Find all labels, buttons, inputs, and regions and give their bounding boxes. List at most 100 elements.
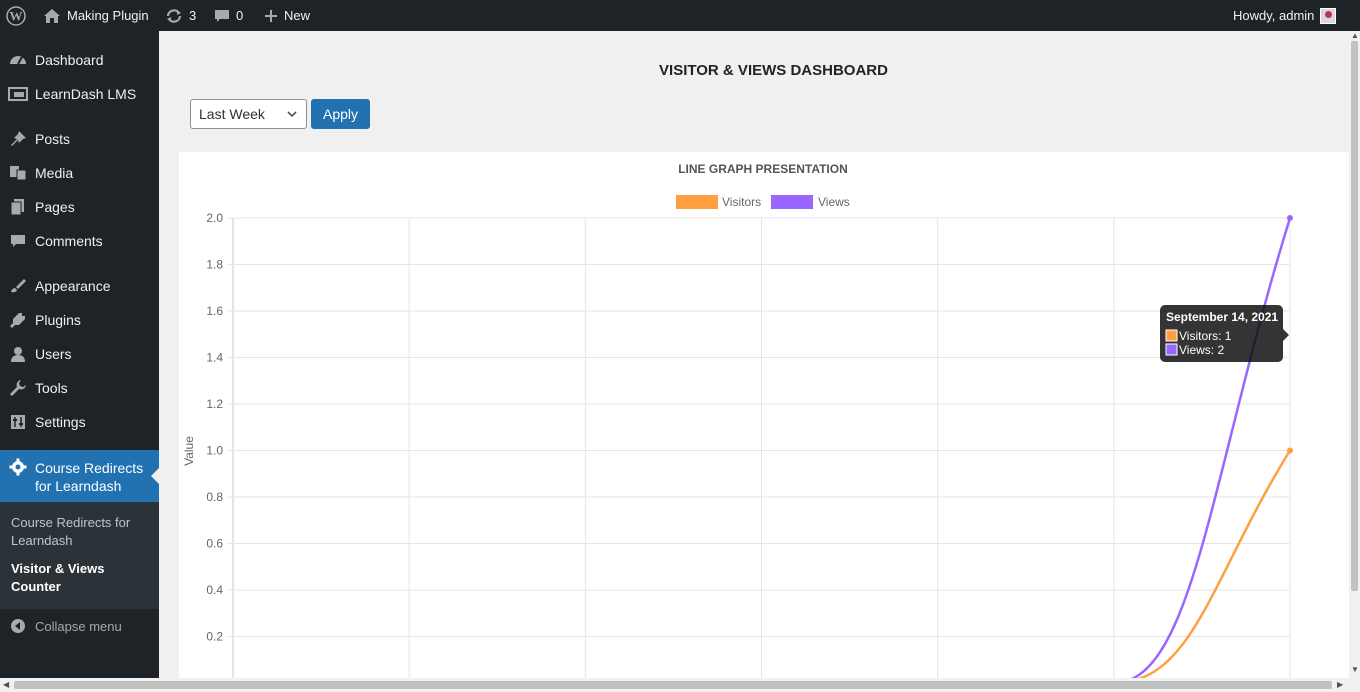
sidebar-item-label: Pages xyxy=(35,199,75,215)
submenu: Course Redirects for Learndash Visitor &… xyxy=(0,502,159,609)
tooltip-line-views: Views: 2 xyxy=(1179,343,1224,357)
sidebar-item-label: Comments xyxy=(35,233,103,249)
date-range-value: Last Week xyxy=(199,106,265,122)
updates-link[interactable]: 3 xyxy=(165,0,196,31)
y-tick-label: 1.6 xyxy=(206,304,223,318)
sidebar-item-posts[interactable]: Posts xyxy=(0,122,159,156)
sidebar-item-label: Plugins xyxy=(35,312,81,328)
new-content-link[interactable]: New xyxy=(264,0,310,31)
legend-label-views[interactable]: Views xyxy=(818,195,850,209)
gear-icon xyxy=(0,458,35,476)
dashboard-icon xyxy=(0,52,35,68)
scroll-right-icon[interactable]: ▶ xyxy=(1337,680,1343,689)
line-chart: LINE GRAPH PRESENTATION Visitors Views V… xyxy=(182,162,1293,692)
new-label: New xyxy=(284,8,311,23)
y-tick-label: 2.0 xyxy=(206,211,223,225)
y-tick-label: 0.4 xyxy=(206,583,223,597)
home-icon xyxy=(44,8,60,23)
current-menu-arrow xyxy=(151,468,159,484)
y-tick-label: 0.6 xyxy=(206,537,223,551)
sidebar-item-settings[interactable]: Settings xyxy=(0,405,159,439)
sidebar-item-label: Appearance xyxy=(35,278,111,294)
legend-label-visitors[interactable]: Visitors xyxy=(722,195,761,209)
y-tick-label: 1.8 xyxy=(206,258,223,272)
site-name-link[interactable]: Making Plugin xyxy=(43,0,149,31)
sidebar-item-dashboard[interactable]: Dashboard xyxy=(0,43,159,77)
avatar xyxy=(1320,7,1337,24)
scroll-down-icon[interactable]: ▼ xyxy=(1351,665,1359,674)
sidebar-item-appearance[interactable]: Appearance xyxy=(0,269,159,303)
site-name: Making Plugin xyxy=(67,8,149,23)
sidebar-item-tools[interactable]: Tools xyxy=(0,371,159,405)
y-axis-ticks: 2.0 1.8 1.6 1.4 1.2 1.0 0.8 0.6 0.4 0.2 xyxy=(206,211,223,644)
sidebar-item-plugins[interactable]: Plugins xyxy=(0,303,159,337)
collapse-icon xyxy=(0,618,35,634)
sidebar-item-course-redirects[interactable]: Course Redirects for Learndash xyxy=(0,450,159,502)
sidebar-item-learndash[interactable]: LearnDash LMS xyxy=(0,77,159,111)
tooltip-line-visitors: Visitors: 1 xyxy=(1179,329,1232,343)
admin-bar: W Making Plugin 3 0 New Howdy, admin xyxy=(0,0,1360,31)
sidebar-item-label: LearnDash LMS xyxy=(35,86,137,102)
admin-sidebar: Dashboard LearnDash LMS Posts Media Page… xyxy=(0,31,159,692)
comments-link[interactable]: 0 xyxy=(214,0,243,31)
sidebar-item-label: Tools xyxy=(35,380,68,396)
wordpress-logo-icon[interactable]: W xyxy=(6,0,26,31)
submenu-item-course-redirects[interactable]: Course Redirects for Learndash xyxy=(11,514,151,550)
tooltip-title: September 14, 2021 xyxy=(1166,310,1278,324)
plus-icon xyxy=(265,9,277,22)
sidebar-item-label: Posts xyxy=(35,131,71,147)
comments-icon xyxy=(0,233,35,249)
horizontal-scrollbar[interactable]: ◀ ▶ xyxy=(0,678,1360,692)
chevron-down-icon xyxy=(287,111,297,118)
chart-title: LINE GRAPH PRESENTATION xyxy=(678,162,848,176)
vertical-scrollbar[interactable]: ▲ ▼ xyxy=(1349,31,1360,678)
sidebar-item-label: Dashboard xyxy=(35,52,104,68)
date-range-select[interactable]: Last Week xyxy=(190,99,307,129)
sidebar-item-media[interactable]: Media xyxy=(0,156,159,190)
y-axis-label: Value xyxy=(182,436,196,466)
y-tick-label: 1.4 xyxy=(206,351,223,365)
tooltip-swatch-views xyxy=(1165,343,1178,356)
apply-button[interactable]: Apply xyxy=(311,99,370,129)
sidebar-item-label: Media xyxy=(35,165,74,181)
tooltip-caret xyxy=(1283,329,1289,341)
pin-icon xyxy=(0,130,35,148)
greeting: Howdy, admin xyxy=(1233,8,1315,23)
sidebar-item-label: Users xyxy=(35,346,72,362)
data-point-visitors[interactable] xyxy=(1287,447,1293,454)
sidebar-item-users[interactable]: Users xyxy=(0,337,159,371)
scroll-up-icon[interactable]: ▲ xyxy=(1351,31,1359,40)
plugin-icon xyxy=(0,311,35,329)
sidebar-item-pages[interactable]: Pages xyxy=(0,190,159,224)
chart-grid xyxy=(227,217,1291,692)
collapse-label: Collapse menu xyxy=(35,618,122,634)
chart-series xyxy=(233,215,1293,685)
chart-card: LINE GRAPH PRESENTATION Visitors Views V… xyxy=(179,152,1349,692)
sidebar-item-label: Settings xyxy=(35,414,86,430)
my-account-link[interactable]: Howdy, admin xyxy=(1233,0,1337,31)
brush-icon xyxy=(0,278,35,294)
svg-text:W: W xyxy=(10,8,23,23)
sidebar-item-label: Course Redirects for Learndash xyxy=(35,460,144,494)
media-icon xyxy=(0,165,35,181)
page-title: VISITOR & VIEWS DASHBOARD xyxy=(659,62,888,79)
users-icon xyxy=(0,346,35,362)
legend-swatch-visitors[interactable] xyxy=(676,195,718,209)
comment-bubble-icon xyxy=(215,9,229,22)
scroll-left-icon[interactable]: ◀ xyxy=(3,680,9,689)
horizontal-scrollbar-thumb[interactable] xyxy=(14,681,1332,689)
updates-count: 3 xyxy=(189,8,197,23)
tooltip-swatch-visitors xyxy=(1165,329,1178,342)
collapse-menu-button[interactable]: Collapse menu xyxy=(0,611,159,641)
updates-icon xyxy=(166,8,182,23)
legend-swatch-views[interactable] xyxy=(771,195,813,209)
sidebar-item-comments[interactable]: Comments xyxy=(0,224,159,258)
y-tick-label: 0.8 xyxy=(206,490,223,504)
submenu-item-visitor-views-counter[interactable]: Visitor & Views Counter xyxy=(11,560,151,596)
pages-icon xyxy=(0,198,35,216)
vertical-scrollbar-thumb[interactable] xyxy=(1351,41,1358,591)
y-tick-label: 0.2 xyxy=(206,630,223,644)
settings-icon xyxy=(0,414,35,430)
data-point-views[interactable] xyxy=(1287,215,1293,221)
y-tick-label: 1.0 xyxy=(206,444,223,458)
